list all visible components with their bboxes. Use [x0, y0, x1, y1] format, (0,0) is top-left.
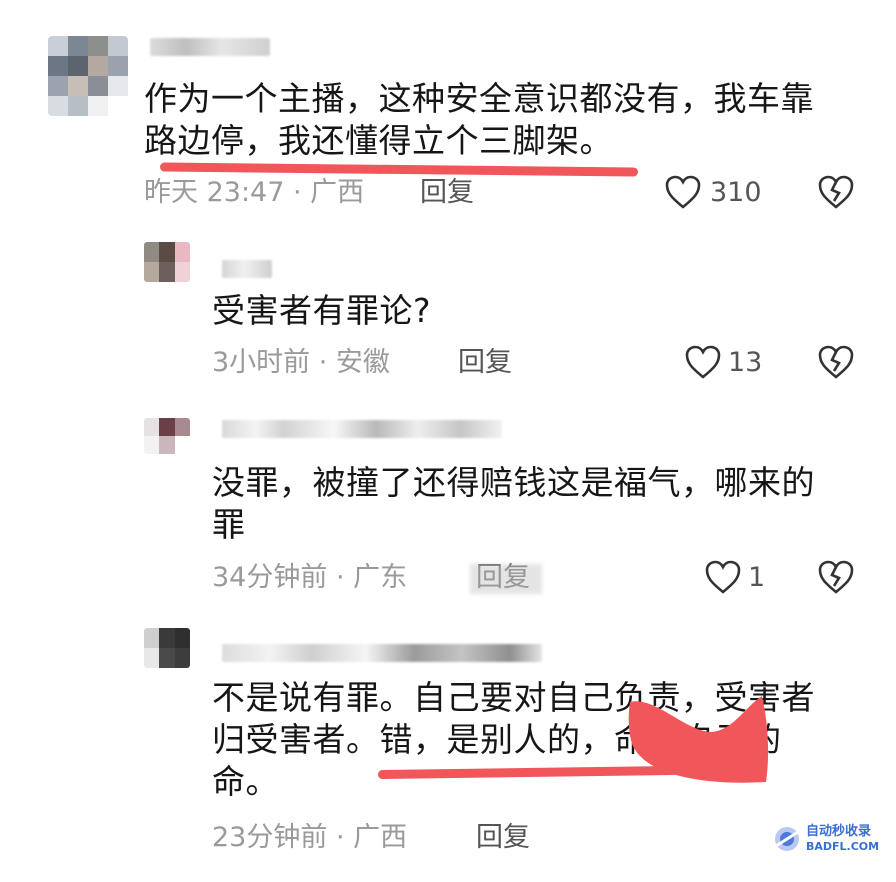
comment-text: 作为一个主播，这种安全意识都没有，我车靠路边停，我还懂得立个三脚架。 — [144, 79, 814, 160]
heart-icon[interactable] — [664, 174, 702, 210]
blur-patch — [470, 564, 542, 594]
reply-button[interactable]: 回复 — [476, 821, 530, 855]
comment-time-location: 34分钟前 · 广东 — [212, 562, 408, 593]
comment-time-location: 3小时前 · 安徽 — [212, 347, 390, 378]
reply-button[interactable]: 回复 — [420, 176, 474, 210]
like-count: 310 — [710, 177, 762, 208]
username-blurred[interactable] — [222, 260, 272, 278]
avatar[interactable] — [144, 628, 190, 668]
comment-time-location: 昨天 23:47 · 广西 — [144, 177, 365, 208]
red-mark-patch — [628, 696, 769, 783]
comment-text: 没罪，被撞了还得赔钱这是福气，哪来的罪 — [212, 463, 815, 544]
highlight-underline — [159, 162, 639, 177]
heart-icon[interactable] — [684, 344, 722, 380]
watermark-text: 自动秒收录 — [806, 824, 872, 839]
dislike-icon[interactable] — [816, 559, 856, 595]
avatar[interactable] — [48, 36, 128, 116]
username-blurred[interactable] — [222, 420, 502, 438]
comment-time-location: 23分钟前 · 广西 — [212, 822, 408, 853]
reply-button[interactable]: 回复 — [458, 346, 512, 380]
dislike-icon[interactable] — [816, 174, 856, 210]
watermark-logo-icon — [775, 827, 799, 851]
watermark-domain: BADFL.COM — [806, 840, 880, 853]
avatar[interactable] — [144, 418, 190, 454]
like-count: 1 — [748, 562, 766, 593]
username-blurred[interactable] — [150, 38, 270, 56]
comment-text: 受害者有罪论? — [212, 291, 432, 330]
avatar[interactable] — [144, 242, 190, 282]
username-blurred[interactable] — [222, 644, 542, 662]
dislike-icon[interactable] — [816, 344, 856, 380]
like-count: 13 — [728, 347, 763, 378]
heart-icon[interactable] — [704, 559, 742, 595]
